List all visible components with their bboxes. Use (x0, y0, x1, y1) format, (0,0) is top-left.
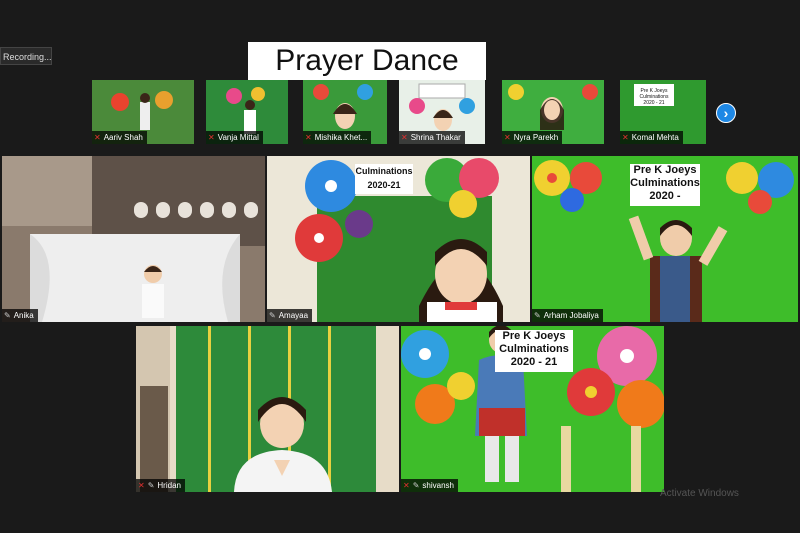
video-tile[interactable]: Pre K Joeys Culminations 2020 - 21 ✕ ✎ shi… (401, 326, 664, 492)
participant-name: Shrina Thakar (410, 133, 461, 142)
mic-muted-icon: ✕ (138, 481, 145, 490)
video-tile[interactable]: ✎ Anika (2, 156, 265, 322)
participant-name-bar: ✎ Arham Jobaliya (532, 309, 603, 322)
participant-name: Komal Mehta (631, 133, 679, 142)
chevron-right-icon: › (723, 105, 729, 121)
mic-muted-icon: ✕ (401, 133, 408, 142)
mic-muted-icon: ✕ (504, 133, 511, 142)
pin-icon: ✎ (147, 481, 155, 490)
pin-icon: ✎ (4, 311, 11, 320)
culminations-sign: Pre K Joeys Culminations 2020 - 21 (495, 330, 573, 372)
participant-name: Aariv Shah (103, 133, 143, 142)
culminations-sign: Culminations 2020-21 (355, 164, 413, 194)
title-banner: Prayer Dance (248, 42, 486, 80)
participant-thumbnail[interactable]: ✕ Shrina Thakar (399, 80, 485, 144)
participant-name: Amayaa (278, 311, 309, 320)
participant-thumbnail[interactable]: Pre K Joeys Culminations 2020 - 21 ✕ Komal … (620, 80, 706, 144)
participant-thumbnail[interactable]: ✕ Vanja Mittal (206, 80, 288, 144)
participant-name-bar: ✕ Nyra Parekh (502, 131, 563, 144)
participant-name-bar: ✕ Aariv Shah (92, 131, 147, 144)
participant-thumbnail[interactable]: ✕ Aariv Shah (92, 80, 194, 144)
os-watermark: Activate Windows (660, 488, 739, 499)
video-tile[interactable]: Pre K Joeys Culminations 2020 - ✎ Arham J… (532, 156, 798, 322)
participant-name-bar: ✕ Komal Mehta (620, 131, 683, 144)
mic-muted-icon: ✕ (94, 133, 101, 142)
participant-name: Vanja Mittal (217, 133, 259, 142)
participant-name-bar: ✕ ✎ shivansh (401, 479, 458, 492)
participant-name-bar: ✕ Vanja Mittal (206, 131, 263, 144)
participant-thumbnail[interactable]: ✕ Mishika Khet... (303, 80, 387, 144)
recording-indicator: Recording... (0, 47, 52, 65)
video-tile[interactable]: Culminations 2020-21 ✎ Amayaa (267, 156, 530, 322)
svg-text:2020 - 21: 2020 - 21 (643, 100, 664, 106)
participant-thumbnail[interactable]: ✕ Nyra Parekh (502, 80, 604, 144)
participant-name-bar: ✎ Amayaa (267, 309, 313, 322)
culminations-sign: Pre K Joeys Culminations 2020 - (630, 164, 700, 206)
participant-name: Mishika Khet... (314, 133, 368, 142)
mic-muted-icon: ✕ (403, 481, 410, 490)
participant-name-bar: ✕ Mishika Khet... (303, 131, 372, 144)
pin-icon: ✎ (412, 481, 420, 490)
participant-name: Hridan (157, 481, 181, 490)
participant-name: shivansh (422, 481, 454, 490)
next-page-button[interactable]: › (716, 103, 736, 123)
participant-name-bar: ✎ Anika (2, 309, 38, 322)
participant-name-bar: ✕ Shrina Thakar (399, 131, 465, 144)
mic-muted-icon: ✕ (622, 133, 629, 142)
participant-name-bar: ✕ ✎ Hridan (136, 479, 185, 492)
video-tile[interactable]: ✕ ✎ Hridan (136, 326, 399, 492)
pin-icon: ✎ (269, 311, 276, 320)
participant-name: Anika (13, 311, 34, 320)
mic-muted-icon: ✕ (208, 133, 215, 142)
participant-name: Nyra Parekh (513, 133, 559, 142)
participant-name: Arham Jobaliya (543, 311, 599, 320)
mic-muted-icon: ✕ (305, 133, 312, 142)
pin-icon: ✎ (534, 311, 541, 320)
